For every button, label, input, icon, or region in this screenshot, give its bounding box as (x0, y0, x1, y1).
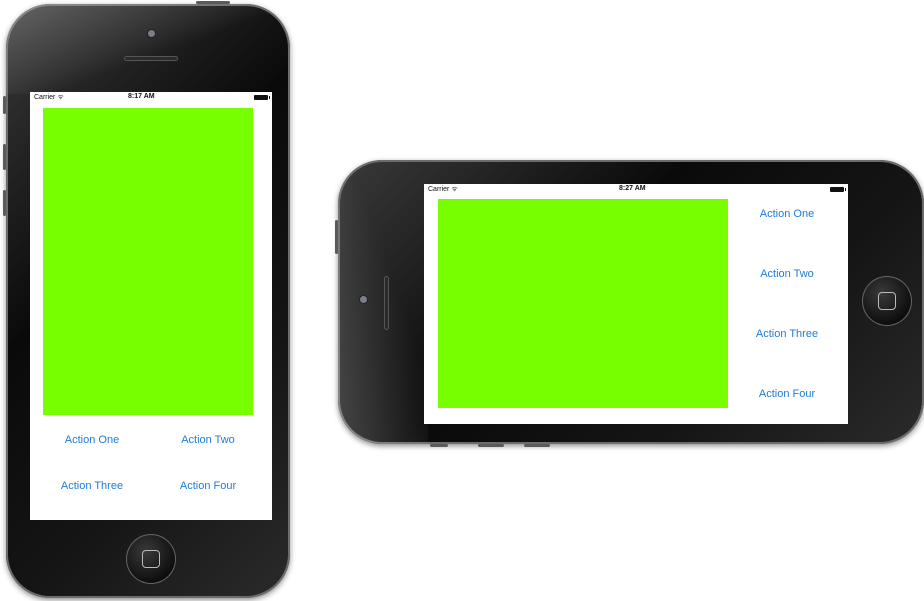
action-three-button[interactable]: Action Three (52, 480, 132, 492)
front-camera-icon (360, 296, 367, 303)
carrier-label: Carrier ᯤ (34, 94, 64, 101)
earpiece-speaker (384, 276, 389, 330)
home-square-icon (142, 550, 160, 568)
action-one-button[interactable]: Action One (52, 434, 132, 446)
status-bar: Carrier ᯤ 8:27 AM (424, 184, 848, 195)
volume-down-button (3, 190, 6, 216)
battery-icon (830, 187, 846, 192)
mute-switch (430, 444, 448, 447)
landscape-screen: Carrier ᯤ 8:27 AM Action One Action Two … (424, 184, 848, 424)
status-time: 8:17 AM (128, 93, 155, 100)
power-button (196, 1, 230, 4)
action-one-button[interactable]: Action One (746, 208, 828, 220)
home-button[interactable] (862, 276, 912, 326)
green-content-view (438, 199, 728, 408)
glass-glare (6, 4, 290, 94)
volume-up-button (3, 144, 6, 170)
action-three-button[interactable]: Action Three (746, 328, 828, 340)
action-two-button[interactable]: Action Two (168, 434, 248, 446)
earpiece-speaker (124, 56, 178, 61)
mute-switch (3, 96, 6, 114)
action-four-button[interactable]: Action Four (168, 480, 248, 492)
status-bar: Carrier ᯤ 8:17 AM (30, 92, 272, 103)
front-camera-icon (148, 30, 155, 37)
action-two-button[interactable]: Action Two (746, 268, 828, 280)
power-button (335, 220, 338, 254)
home-square-icon (878, 292, 896, 310)
volume-down-button (524, 444, 550, 447)
portrait-phone: Carrier ᯤ 8:17 AM Action One Action Two … (3, 1, 290, 598)
carrier-label: Carrier ᯤ (428, 186, 458, 193)
home-button[interactable] (126, 534, 176, 584)
landscape-phone: Carrier ᯤ 8:27 AM Action One Action Two … (335, 160, 924, 447)
battery-icon (254, 95, 270, 100)
green-content-view (43, 108, 253, 415)
glass-glare (338, 160, 428, 444)
status-time: 8:27 AM (619, 185, 646, 192)
portrait-screen: Carrier ᯤ 8:17 AM Action One Action Two … (30, 92, 272, 520)
volume-up-button (478, 444, 504, 447)
action-four-button[interactable]: Action Four (746, 388, 828, 400)
